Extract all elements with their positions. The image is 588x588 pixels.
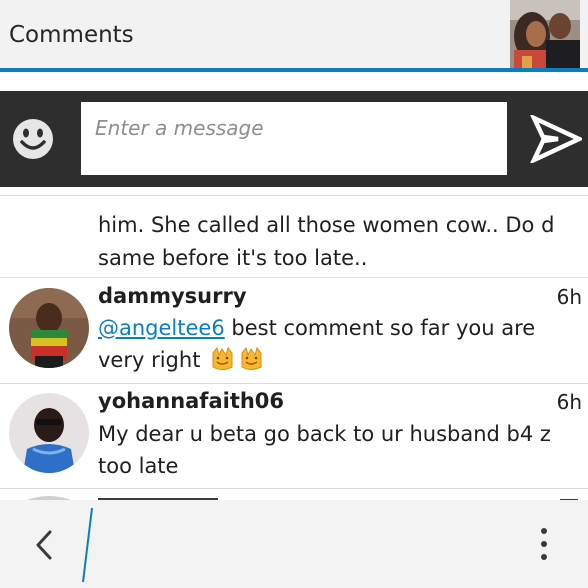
chevron-left-icon[interactable] <box>30 528 58 562</box>
message-composer <box>0 91 588 187</box>
comment-time: 6h <box>556 390 582 414</box>
more-vertical-icon[interactable] <box>530 524 558 564</box>
header-divider <box>0 68 588 72</box>
row-divider <box>0 277 588 278</box>
app-header: Comments <box>0 0 588 72</box>
message-input[interactable] <box>81 102 507 175</box>
page-title: Comments <box>9 22 134 48</box>
smiley-icon[interactable] <box>12 118 54 160</box>
comment-username[interactable]: dammysurry <box>98 284 247 308</box>
post-thumbnail-image <box>510 0 580 68</box>
comment-body: @angeltee6 best comment so far you are v… <box>98 312 578 376</box>
list-divider <box>0 195 588 196</box>
comment-username[interactable]: yohannafaith06 <box>98 389 284 413</box>
comment-text: My dear u beta go back to ur husband b4 … <box>98 422 551 478</box>
post-thumbnail[interactable] <box>510 0 580 68</box>
avatar[interactable] <box>9 393 89 473</box>
clapping-hands-emoji <box>238 345 265 372</box>
clapping-hands-emoji <box>209 345 236 372</box>
mention-link[interactable]: @angeltee6 <box>98 316 225 340</box>
send-arrow-icon[interactable] <box>529 113 585 165</box>
avatar[interactable] <box>9 288 89 368</box>
row-divider <box>0 383 588 384</box>
comment-text-continued: him. She called all those women cow.. Do… <box>98 213 555 270</box>
comment-time: 6h <box>556 285 582 309</box>
bar-accent-divider <box>78 506 98 584</box>
